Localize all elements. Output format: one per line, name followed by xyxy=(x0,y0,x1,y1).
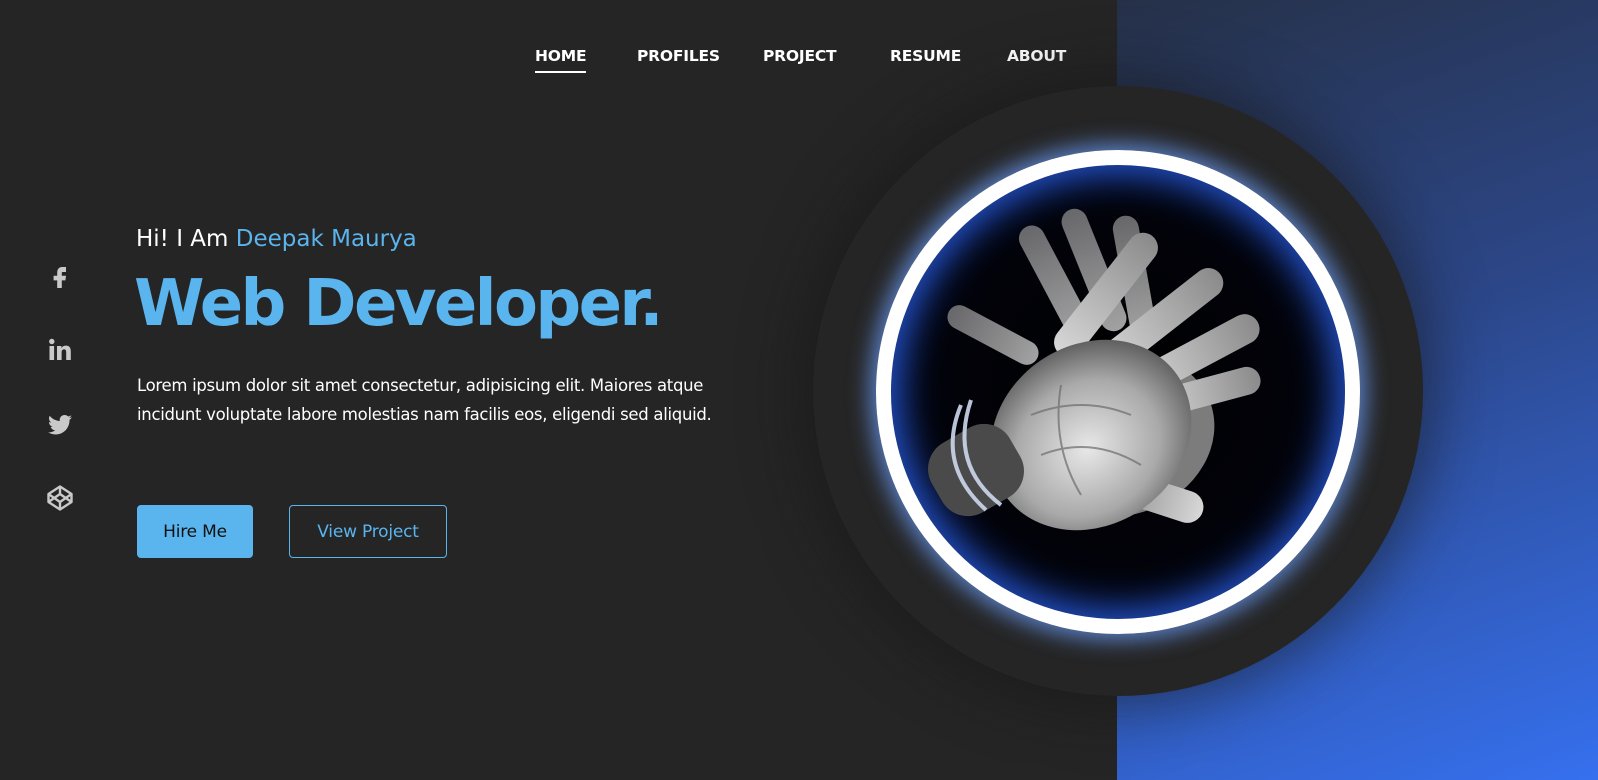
headline: Web Developer. xyxy=(134,267,664,341)
codepen-link[interactable] xyxy=(42,480,78,516)
hands-photo xyxy=(928,208,1261,531)
intro-paragraph: Lorem ipsum dolor sit amet consectetur, … xyxy=(137,376,712,424)
linkedin-icon xyxy=(49,338,71,360)
greeting: Hi! I Am Deepak Maurya xyxy=(136,223,417,255)
portfolio-page: HOME PROFILES PROJECT RESUME ABOUT Hi! I… xyxy=(0,0,1598,780)
nav-profiles[interactable]: PROFILES xyxy=(637,44,720,68)
greeting-prefix: Hi! I Am xyxy=(136,226,229,252)
codepen-icon xyxy=(47,485,73,511)
nav-about[interactable]: ABOUT xyxy=(1007,44,1066,68)
view-project-button[interactable]: View Project xyxy=(289,505,447,558)
facebook-icon xyxy=(53,267,66,288)
linkedin-link[interactable] xyxy=(42,332,78,368)
developer-name: Deepak Maurya xyxy=(235,226,417,252)
nav-project[interactable]: PROJECT xyxy=(763,44,837,68)
hero-image-frame xyxy=(876,150,1360,634)
hire-me-button[interactable]: Hire Me xyxy=(137,505,253,558)
nav-home[interactable]: HOME xyxy=(535,44,587,73)
nav-resume[interactable]: RESUME xyxy=(890,44,961,68)
twitter-icon xyxy=(48,415,72,435)
facebook-link[interactable] xyxy=(42,258,78,294)
twitter-link[interactable] xyxy=(42,406,78,442)
